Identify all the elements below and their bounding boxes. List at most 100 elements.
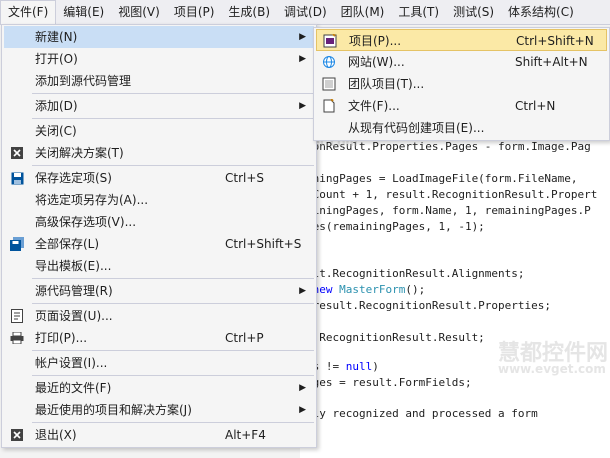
code-comment: lly recognized and processed a form: [306, 407, 538, 420]
submenu-arrow-icon: ▶: [299, 32, 306, 42]
code-line: new MasterForm();: [306, 283, 426, 296]
globe-icon: [322, 55, 336, 69]
printer-icon: [4, 327, 30, 349]
menu-item-label: 保存选定项(S): [35, 171, 112, 185]
exit-icon: [4, 424, 30, 446]
submenu-arrow-icon: ▶: [299, 54, 306, 64]
submenu-arrow-icon: ▶: [299, 383, 306, 393]
menu-item-label: 关闭解决方案(T): [35, 146, 124, 160]
menu-item-page-setup[interactable]: 页面设置(U)...: [4, 305, 314, 327]
code-line: ainingPages, form.Name, 1, remainingPage…: [306, 204, 591, 217]
menu-team[interactable]: 团队(M): [334, 0, 392, 24]
menu-separator: [32, 118, 314, 119]
menu-separator: [32, 375, 314, 376]
menu-item-save-selected[interactable]: 保存选定项(S) Ctrl+S: [4, 167, 314, 189]
menu-item-open[interactable]: 打开(O) ▶: [4, 48, 314, 70]
submenu-arrow-icon: ▶: [299, 286, 306, 296]
menu-item-label: 高级保存选项(V)...: [35, 215, 137, 229]
menu-item-add-source-control[interactable]: 添加到源代码管理: [4, 70, 314, 92]
submenu-item-label: 项目(P)...: [349, 34, 402, 48]
code-editor[interactable]: ionResult.Properties.Pages - form.Image.…: [300, 138, 610, 458]
menu-item-label: 将选定项另存为(A)...: [35, 193, 149, 207]
menu-tools[interactable]: 工具(T): [391, 0, 446, 24]
code-type: MasterForm: [339, 283, 406, 296]
menu-item-save-as[interactable]: 将选定项另存为(A)...: [4, 189, 314, 211]
save-all-icon: [4, 233, 30, 255]
menu-separator: [32, 422, 314, 423]
submenu-item-shortcut: Ctrl+N: [515, 99, 556, 113]
menu-item-print[interactable]: 打印(P)... Ctrl+P: [4, 327, 314, 349]
menu-item-label: 添加(D): [35, 99, 78, 113]
menu-item-new[interactable]: 新建(N) ▶: [4, 26, 314, 48]
menu-item-recent-projects[interactable]: 最近使用的项目和解决方案(J) ▶: [4, 399, 314, 421]
menu-item-label: 导出模板(E)...: [35, 259, 112, 273]
menu-item-label: 打开(O): [35, 52, 78, 66]
code-line: t.RecognitionResult.Result;: [306, 331, 485, 344]
submenu-item-project[interactable]: 项目(P)... Ctrl+Shift+N: [316, 29, 607, 51]
menu-view[interactable]: 视图(V): [111, 0, 167, 24]
save-icon: [4, 167, 30, 189]
menu-item-source-control[interactable]: 源代码管理(R) ▶: [4, 280, 314, 302]
menu-item-shortcut: Ctrl+P: [225, 331, 264, 345]
code-line: result.RecognitionResult.Properties;: [306, 299, 552, 312]
submenu-item-file[interactable]: 文件(F)... Ctrl+N: [316, 95, 607, 117]
submenu-item-label: 文件(F)...: [348, 99, 400, 113]
menu-item-label: 页面设置(U)...: [35, 309, 113, 323]
menu-item-label: 源代码管理(R): [35, 284, 113, 298]
menu-file[interactable]: 文件(F): [0, 0, 57, 25]
menu-item-close[interactable]: 关闭(C): [4, 120, 314, 142]
code-text: ): [372, 360, 379, 373]
code-text: ();: [405, 283, 426, 296]
menu-debug[interactable]: 调试(D): [277, 0, 334, 24]
menu-separator: [32, 303, 314, 304]
menu-edit[interactable]: 编辑(E): [56, 0, 111, 24]
menu-item-save-all[interactable]: 全部保存(L) Ctrl+Shift+S: [4, 233, 314, 255]
submenu-arrow-icon: ▶: [299, 101, 306, 111]
menu-item-label: 全部保存(L): [35, 237, 100, 251]
menu-item-shortcut: Alt+F4: [225, 428, 266, 442]
menu-test[interactable]: 测试(S): [446, 0, 501, 24]
menu-architecture[interactable]: 体系结构(C): [501, 0, 581, 24]
submenu-item-team-project[interactable]: 团队项目(T)...: [316, 73, 607, 95]
menu-separator: [32, 350, 314, 351]
menu-project[interactable]: 项目(P): [167, 0, 222, 24]
code-line: ult.RecognitionResult.Alignments;: [306, 267, 525, 280]
menu-build[interactable]: 生成(B): [221, 0, 277, 24]
menu-item-close-solution[interactable]: 关闭解决方案(T): [4, 142, 314, 164]
submenu-item-shortcut: Shift+Alt+N: [515, 55, 588, 69]
menu-item-label: 帐户设置(I)...: [35, 356, 108, 370]
menu-item-account-settings[interactable]: 帐户设置(I)...: [4, 352, 314, 374]
menu-item-label: 关闭(C): [35, 124, 77, 138]
menu-item-label: 最近使用的项目和解决方案(J): [35, 403, 192, 417]
code-line: ges(remainingPages, 1, -1);: [306, 220, 485, 233]
menu-item-add[interactable]: 添加(D) ▶: [4, 95, 314, 117]
code-line: ages = result.FormFields;: [306, 376, 472, 389]
code-line: iningPages = LoadImageFile(form.FileName…: [306, 172, 578, 185]
menu-item-shortcut: Ctrl+S: [225, 171, 265, 185]
menu-item-label: 退出(X): [35, 428, 77, 442]
menu-item-exit[interactable]: 退出(X) Alt+F4: [4, 424, 314, 446]
code-keyword: null: [345, 360, 373, 373]
submenu-arrow-icon: ▶: [299, 405, 306, 415]
menu-item-advanced-save[interactable]: 高级保存选项(V)...: [4, 211, 314, 233]
submenu-item-label: 从现有代码创建项目(E)...: [348, 121, 485, 135]
new-file-icon: [322, 98, 336, 113]
team-project-icon: [322, 77, 336, 91]
menu-item-label: 添加到源代码管理: [35, 74, 132, 88]
submenu-item-website[interactable]: 网站(W)... Shift+Alt+N: [316, 51, 607, 73]
page-setup-icon: [4, 305, 30, 327]
menu-item-label: 最近的文件(F): [35, 381, 112, 395]
new-project-icon: [323, 33, 337, 48]
menu-item-label: 新建(N): [35, 30, 78, 44]
submenu-item-shortcut: Ctrl+Shift+N: [516, 34, 594, 48]
close-solution-icon: [4, 142, 30, 164]
submenu-item-label: 团队项目(T)...: [348, 77, 425, 91]
menu-item-export-template[interactable]: 导出模板(E)...: [4, 255, 314, 277]
menu-item-recent-files[interactable]: 最近的文件(F) ▶: [4, 377, 314, 399]
submenu-item-from-existing-code[interactable]: 从现有代码创建项目(E)...: [316, 117, 607, 139]
menu-separator: [32, 278, 314, 279]
new-submenu: 项目(P)... Ctrl+Shift+N 网站(W)... Shift+Alt…: [313, 27, 610, 141]
submenu-item-label: 网站(W)...: [348, 55, 405, 69]
menu-bar: 文件(F) 编辑(E) 视图(V) 项目(P) 生成(B) 调试(D) 团队(M…: [0, 0, 610, 25]
menu-item-shortcut: Ctrl+Shift+S: [225, 237, 302, 251]
